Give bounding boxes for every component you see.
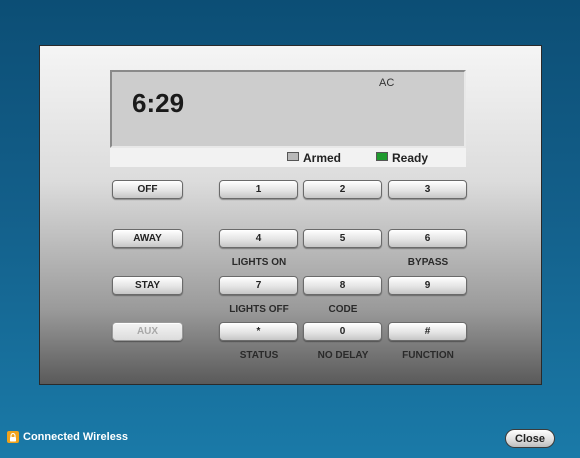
key-8-button[interactable]: 8 xyxy=(303,276,382,295)
no-delay-label: NO DELAY xyxy=(317,350,369,361)
lcd-display: 6:29 AC xyxy=(110,70,466,148)
bypass-label: BYPASS xyxy=(407,257,449,268)
key-4-button[interactable]: 4 xyxy=(219,229,298,248)
key-hash-button[interactable]: # xyxy=(388,322,467,341)
status-key-label: STATUS xyxy=(239,350,279,361)
stay-button[interactable]: STAY xyxy=(112,276,183,295)
key-1-button[interactable]: 1 xyxy=(219,180,298,199)
key-2-button[interactable]: 2 xyxy=(303,180,382,199)
armed-label: Armed xyxy=(303,151,342,165)
connection-label: Connected Wireless xyxy=(23,431,129,443)
key-6-button[interactable]: 6 xyxy=(388,229,467,248)
key-5-button[interactable]: 5 xyxy=(303,229,382,248)
lights-off-label: LIGHTS OFF xyxy=(229,304,289,315)
close-button[interactable]: Close xyxy=(505,429,555,448)
off-button[interactable]: OFF xyxy=(112,180,183,199)
connection-status: Connected Wireless xyxy=(7,431,128,443)
code-label: CODE xyxy=(328,304,358,315)
away-button[interactable]: AWAY xyxy=(112,229,183,248)
keypad-panel: 6:29 AC Armed Ready OFF AWAY STAY AUX 1 … xyxy=(39,45,542,385)
aux-button: AUX xyxy=(112,322,183,341)
key-star-button[interactable]: * xyxy=(219,322,298,341)
armed-led-icon xyxy=(287,152,299,161)
key-7-button[interactable]: 7 xyxy=(219,276,298,295)
function-label: FUNCTION xyxy=(402,350,454,361)
key-0-button[interactable]: 0 xyxy=(303,322,382,341)
key-9-button[interactable]: 9 xyxy=(388,276,467,295)
ready-label: Ready xyxy=(392,151,429,165)
display-ac-indicator: AC xyxy=(379,77,395,89)
display-time: 6:29 xyxy=(132,88,185,118)
key-3-button[interactable]: 3 xyxy=(388,180,467,199)
lights-on-label: LIGHTS ON xyxy=(231,257,287,268)
status-bar: Armed Ready xyxy=(110,148,466,167)
ready-led-icon xyxy=(376,152,388,161)
lock-icon xyxy=(7,431,19,443)
